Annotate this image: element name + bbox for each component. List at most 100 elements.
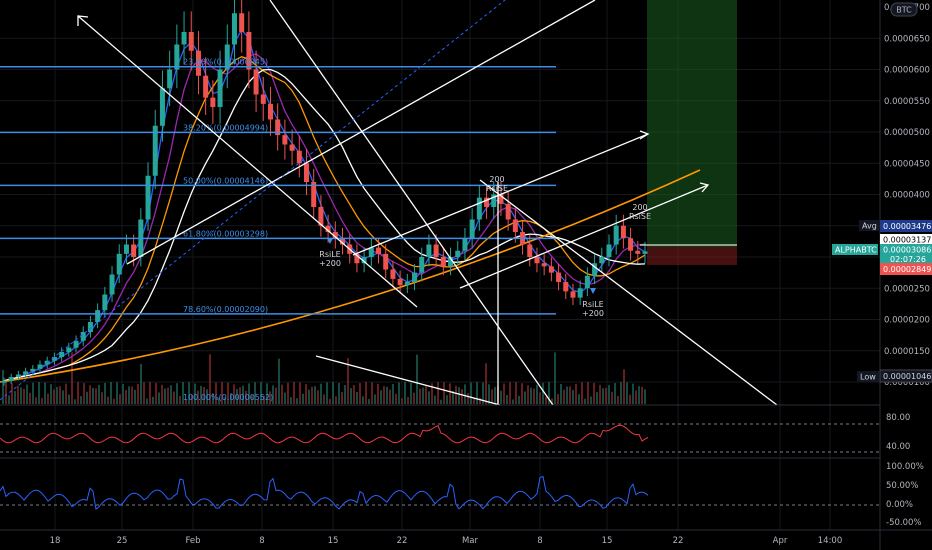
volume-bar <box>287 382 289 404</box>
volume-bar <box>635 390 637 404</box>
volume-bar <box>305 384 307 404</box>
price-tick-label: 0.0000550 <box>884 97 930 107</box>
volume-bar <box>506 394 508 404</box>
candle-body <box>66 347 72 352</box>
candle-body <box>174 44 180 70</box>
volume-bar <box>143 382 145 404</box>
candle-body <box>397 278 403 286</box>
fib-level-label: 23.60%(0.00006045) <box>183 58 268 67</box>
low-label: Low <box>860 373 876 382</box>
candle-body <box>116 253 122 275</box>
volume-bar <box>557 393 559 404</box>
volume-bar <box>80 396 82 404</box>
candle-body <box>289 144 295 151</box>
volume-bar <box>104 382 106 404</box>
volume-bar <box>371 382 373 404</box>
volume-bar <box>599 384 601 404</box>
volume-bar <box>170 385 172 404</box>
volume-bar <box>155 382 157 404</box>
stop-zone <box>647 247 737 265</box>
volume-bar <box>614 383 616 404</box>
indicator-tick-label: 100.00% <box>886 462 924 472</box>
volume-bar <box>44 382 46 404</box>
candle-body <box>512 219 518 232</box>
candle-body <box>584 275 590 289</box>
volume-bar <box>389 389 391 404</box>
candle-body <box>505 203 511 220</box>
volume-bar <box>131 386 133 404</box>
volume-bar <box>56 386 58 404</box>
annotation-label: 200 <box>489 175 504 184</box>
volume-bar <box>641 386 643 404</box>
volume-bar <box>455 385 457 404</box>
volume-bar <box>464 384 466 404</box>
volume-bar <box>401 398 403 404</box>
volume-bar <box>323 394 325 404</box>
volume-bar <box>560 383 562 404</box>
volume-bar <box>386 386 388 404</box>
candle-body <box>548 266 554 273</box>
volume-bar <box>644 389 646 404</box>
high-tag-value: 0.00003137 <box>883 236 931 245</box>
indicator-tick-label: 80.00 <box>886 413 910 423</box>
volume-bar <box>476 382 478 404</box>
volume-bar <box>17 385 19 404</box>
volume-bar <box>317 390 319 404</box>
volume-bar <box>437 382 439 404</box>
candle-body <box>15 374 21 377</box>
volume-bar <box>290 397 292 404</box>
currency-badge-label: BTC <box>896 6 912 15</box>
candle-body <box>217 69 223 107</box>
candle-body <box>30 368 36 372</box>
volume-bar <box>419 388 421 404</box>
volume-bar <box>536 384 538 404</box>
volume-bar <box>596 392 598 404</box>
volume-bar <box>479 397 481 404</box>
candle-body <box>455 250 461 257</box>
volume-bar <box>368 399 370 404</box>
candle-body <box>73 340 79 348</box>
volume-bar <box>35 397 37 404</box>
volume-bar <box>410 382 412 404</box>
volume-bar <box>380 390 382 404</box>
volume-bar <box>92 387 94 404</box>
symbol-tag: ALPHABTC <box>835 246 877 255</box>
annotation-sublabel: +200 <box>582 309 604 318</box>
volume-bar <box>467 393 469 404</box>
candle-body <box>563 282 569 292</box>
volume-bar <box>23 388 25 404</box>
time-tick-label: 15 <box>328 536 339 546</box>
candle-body <box>376 247 382 254</box>
candle-body <box>1 380 7 383</box>
candle-body <box>577 288 583 298</box>
volume-bar <box>404 382 406 404</box>
price-tick-label: 0.0000500 <box>884 128 930 138</box>
annotation-label: RsiLE <box>319 250 340 259</box>
candle-body <box>620 225 626 239</box>
volume-bar <box>365 382 367 404</box>
currency-badge[interactable]: BTC <box>890 2 918 17</box>
volume-bar <box>11 383 13 404</box>
volume-bar <box>149 382 151 404</box>
volume-bar <box>602 388 604 404</box>
avg-label: Avg <box>862 222 877 231</box>
volume-bar <box>359 382 361 404</box>
volume-bar <box>521 383 523 404</box>
volume-bar <box>137 383 139 404</box>
price-tick-label: 0.0000250 <box>884 284 930 294</box>
volume-bar <box>578 394 580 404</box>
volume-bar <box>383 386 385 404</box>
volume-bar <box>593 382 595 404</box>
volume-bar <box>77 382 79 404</box>
volume-bar <box>293 382 295 404</box>
volume-bar <box>353 385 355 404</box>
volume-bar <box>128 386 130 404</box>
time-tick-label: Apr <box>773 536 788 546</box>
candle-body <box>635 250 641 254</box>
price-chart[interactable]: 23.60%(0.00006045) 38.20%(0.00004994) 50.0… <box>0 0 932 550</box>
volume-bar <box>605 387 607 404</box>
volume-bar <box>428 391 430 404</box>
volume-bar <box>413 392 415 404</box>
candle-body <box>37 364 43 369</box>
candle-body <box>390 269 396 279</box>
